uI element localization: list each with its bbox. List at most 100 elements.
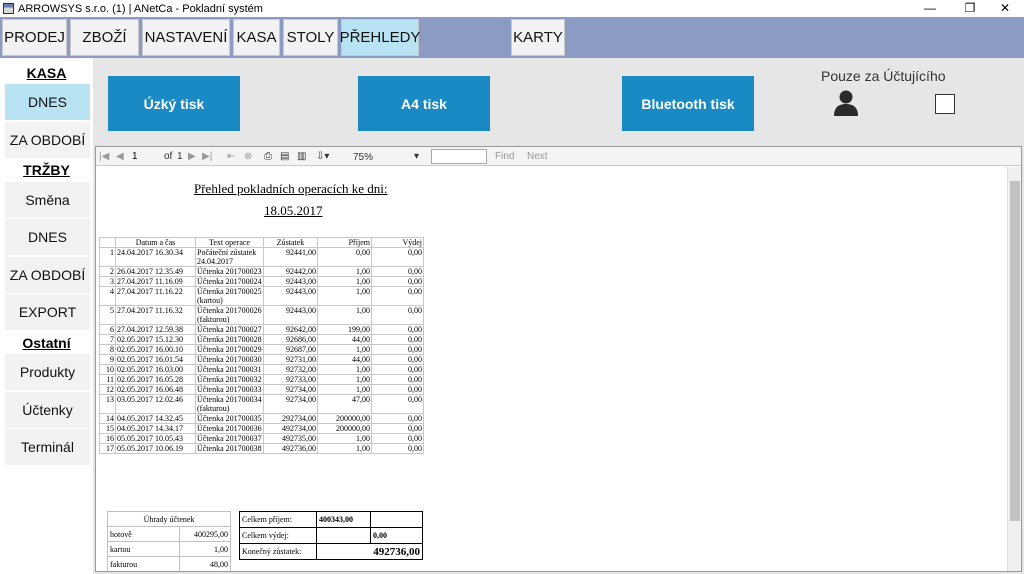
row-income: 1,00	[317, 364, 372, 375]
find-input[interactable]	[431, 149, 487, 164]
row-operation: Účtenka 201700028	[195, 334, 264, 345]
nav-nastaveni[interactable]: NASTAVENÍ	[142, 19, 230, 56]
page-number-input[interactable]	[130, 150, 158, 163]
narrow-print-button[interactable]: Úzký tisk	[108, 76, 240, 131]
final-balance-label: Konečný zůstatek:	[239, 543, 317, 560]
row-datetime: 05.05.2017 10.06.19	[115, 443, 196, 454]
print-icon[interactable]: ⎙	[264, 150, 272, 163]
row-expense: 0,00	[371, 443, 424, 454]
row-income: 1,00	[317, 443, 372, 454]
row-index: 2	[99, 266, 116, 277]
sidebar-item-trzby-dnes[interactable]: DNES	[5, 219, 90, 255]
row-expense: 0,00	[371, 324, 424, 335]
column-header: Datum a čas	[115, 237, 196, 248]
bluetooth-print-button[interactable]: Bluetooth tisk	[622, 76, 754, 131]
row-operation: Účtenka 201700023	[195, 266, 264, 277]
payments-summary: Úhrady účtenek hotově 400295,00 kartou 1,0…	[107, 511, 231, 571]
row-datetime: 02.05.2017 15.12.30	[115, 334, 196, 345]
row-datetime: 02.05.2017 16.05.28	[115, 374, 196, 385]
row-operation: Účtenka 201700036	[195, 423, 264, 434]
row-income: 0,00	[317, 247, 372, 267]
row-expense: 0,00	[371, 266, 424, 277]
row-income: 44,00	[317, 334, 372, 345]
nav-prodej[interactable]: PRODEJ	[2, 19, 67, 56]
scrollbar-thumb[interactable]	[1010, 181, 1020, 521]
row-expense: 0,00	[371, 423, 424, 434]
row-balance: 92443,00	[263, 305, 318, 325]
table-row: 8 02.05.2017 16.00.10 Účtenka 201700029 926…	[99, 344, 424, 355]
sidebar-item-export[interactable]: EXPORT	[5, 294, 90, 330]
row-datetime: 04.05.2017 14.32.45	[115, 413, 196, 424]
page-setup-icon[interactable]: ▥	[297, 150, 306, 163]
row-income: 200000,00	[317, 413, 372, 424]
nav-stoly[interactable]: STOLY	[283, 19, 338, 56]
column-header: Výdej	[371, 237, 424, 248]
back-icon[interactable]: ⇤	[227, 150, 235, 163]
row-index: 12	[99, 384, 116, 395]
sidebar-item-kasa-za-obdobi[interactable]: ZA OBDOBÍ	[5, 122, 90, 158]
next-page-icon[interactable]: ▶	[188, 150, 196, 163]
minimize-icon[interactable]: —	[915, 0, 945, 17]
find-link[interactable]: Find	[495, 150, 514, 163]
zoom-select[interactable]: 75%	[352, 150, 422, 163]
vertical-scrollbar[interactable]	[1007, 167, 1021, 571]
sidebar-item-trzby-za-obdobi[interactable]: ZA OBDOBÍ	[5, 257, 90, 293]
a4-print-button[interactable]: A4 tisk	[358, 76, 490, 131]
row-balance: 92441,00	[263, 247, 318, 267]
payment-method: kartou	[107, 541, 180, 557]
nav-karty[interactable]: KARTY	[511, 19, 565, 56]
chevron-down-icon[interactable]: ▾	[414, 150, 419, 163]
row-operation: Účtenka 201700037	[195, 433, 264, 444]
sidebar-item-smena[interactable]: Směna	[5, 182, 90, 218]
export-icon[interactable]: ⇩▾	[316, 150, 329, 163]
income-label: Celkem příjem:	[239, 511, 317, 528]
row-operation: Účtenka 201700024	[195, 276, 264, 287]
prev-page-icon[interactable]: ◀	[116, 150, 124, 163]
sidebar-item-kasa-dnes[interactable]: DNES	[5, 84, 90, 120]
next-link[interactable]: Next	[527, 150, 548, 163]
close-icon[interactable]: ✕	[990, 0, 1020, 17]
row-expense: 0,00	[371, 334, 424, 345]
nav-zbozi[interactable]: ZBOŽÍ	[70, 19, 139, 56]
nav-kasa[interactable]: KASA	[233, 19, 280, 56]
row-index: 9	[99, 354, 116, 365]
row-expense: 0,00	[371, 394, 424, 414]
table-row: 6 27.04.2017 12.59.38 Účtenka 201700027 926…	[99, 324, 424, 335]
row-datetime: 02.05.2017 16.00.10	[115, 344, 196, 355]
row-balance: 92734,00	[263, 394, 318, 414]
payment-row: kartou 1,00	[107, 541, 231, 557]
row-index: 10	[99, 364, 116, 375]
restore-icon[interactable]: ❐	[955, 0, 985, 17]
cashier-only-label: Pouze za Účtujícího	[821, 68, 946, 84]
table-row: 4 27.04.2017 11.16.22 Účtenka 201700025 (k…	[99, 286, 424, 306]
row-index: 1	[99, 247, 116, 267]
final-balance-value: 492736,00	[316, 543, 423, 560]
sidebar-item-produkty[interactable]: Produkty	[5, 354, 90, 390]
nav-prehledy[interactable]: PŘEHLEDY	[340, 19, 420, 56]
first-page-icon[interactable]: |◀	[99, 150, 109, 163]
last-page-icon[interactable]: ▶|	[202, 150, 212, 163]
income-value: 400343,00	[316, 511, 371, 528]
app-icon	[3, 3, 14, 14]
row-operation: Účtenka 201700026 (fakturou)	[195, 305, 264, 325]
payment-amount: 400295,00	[179, 526, 231, 542]
payments-title: Úhrady účtenek	[107, 511, 231, 527]
payment-row: hotově 400295,00	[107, 526, 231, 542]
title-bar: ARROWSYS s.r.o. (1) | ANetCa - Pokladní …	[0, 0, 1024, 17]
payment-amount: 1,00	[179, 541, 231, 557]
stop-icon[interactable]: ⊗	[244, 150, 252, 163]
row-income: 1,00	[317, 276, 372, 287]
row-index: 5	[99, 305, 116, 325]
cashier-only-checkbox[interactable]	[935, 94, 955, 114]
row-income: 1,00	[317, 266, 372, 277]
row-operation: Účtenka 201700029	[195, 344, 264, 355]
sidebar-item-terminal[interactable]: Terminál	[5, 429, 90, 465]
main-panel: Úzký tisk A4 tisk Bluetooth tisk Pouze z…	[93, 58, 1024, 574]
row-datetime: 26.04.2017 12.35.49	[115, 266, 196, 277]
print-layout-icon[interactable]: ▤	[280, 150, 289, 163]
table-header-row: Datum a čas Text operace Zůstatek Příjem…	[99, 237, 424, 248]
sidebar-item-uctenky[interactable]: Účtenky	[5, 392, 90, 428]
row-balance: 92733,00	[263, 374, 318, 385]
row-balance: 92732,00	[263, 364, 318, 375]
table-row: 16 05.05.2017 10.05.43 Účtenka 201700037 49…	[99, 433, 424, 444]
